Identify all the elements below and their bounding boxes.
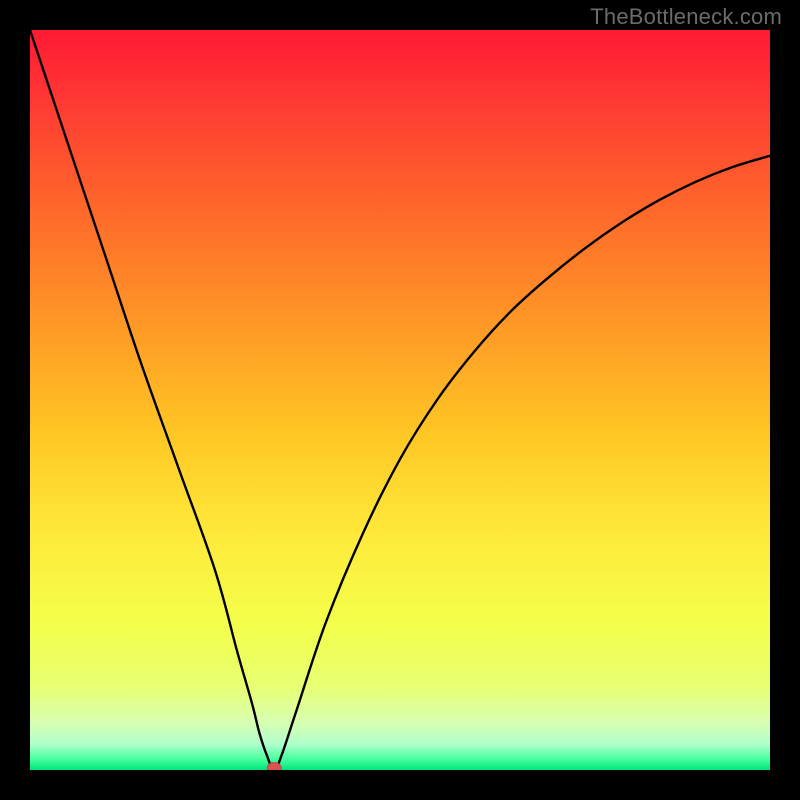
optimum-marker [267,763,281,771]
chart-frame: TheBottleneck.com [0,0,800,800]
watermark-text: TheBottleneck.com [590,4,782,30]
plot-area [30,30,770,770]
chart-svg [30,30,770,770]
gradient-background [30,30,770,770]
